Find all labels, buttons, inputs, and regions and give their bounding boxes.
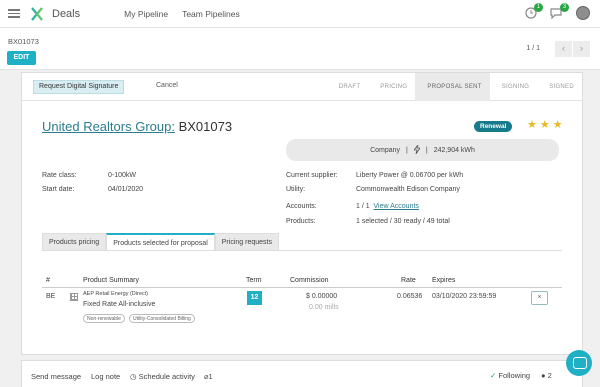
start-date-value: 04/01/2020 <box>108 186 144 193</box>
breadcrumb: BX01073 <box>8 37 39 46</box>
followers-count: 2 <box>547 371 552 380</box>
nav-my-pipeline[interactable]: My Pipeline <box>124 9 168 19</box>
check-icon: ✓ <box>490 371 497 380</box>
accounts-label: Accounts: <box>286 203 317 210</box>
table-header-divider <box>42 287 562 288</box>
row-rate: 0.06536 <box>397 293 423 300</box>
tab-products-pricing[interactable]: Products pricing <box>42 233 107 251</box>
col-header-term: Term <box>246 277 262 284</box>
customer-link[interactable]: United Realtors Group: <box>42 119 175 134</box>
col-header-summary: Product Summary <box>83 277 140 284</box>
stage-signing[interactable]: SIGNING <box>490 73 537 101</box>
row-commission-mills: 0.00 mills <box>309 304 339 311</box>
messages-icon[interactable]: 3 <box>550 3 569 20</box>
tab-products-selected[interactable]: Products selected for proposal <box>106 233 215 251</box>
record-id: BX01073 <box>178 119 233 134</box>
utility-value: Commonwealth Edison Company <box>356 186 460 193</box>
star-icon[interactable]: ★ <box>527 118 537 131</box>
products-label: Products: <box>286 218 316 225</box>
menu-icon[interactable] <box>8 9 20 18</box>
status-bar: Request Digital Signature Cancel DRAFT P… <box>22 73 582 101</box>
col-header-rate: Rate <box>401 277 416 284</box>
row-product: Fixed Rate All-inclusive <box>83 301 156 308</box>
remove-row-button[interactable]: × <box>531 291 548 305</box>
tag-billing: Utility-Consolidated Billing <box>129 314 195 323</box>
attachments-count: 1 <box>208 372 213 381</box>
pill-separator: | <box>406 146 408 154</box>
user-avatar[interactable] <box>576 6 590 20</box>
schedule-activity-label: Schedule activity <box>138 372 195 381</box>
view-accounts-link[interactable]: View Accounts <box>374 203 419 210</box>
products-value: 1 selected / 30 ready / 49 total <box>356 218 450 225</box>
electricity-icon <box>413 144 421 156</box>
following-label: Following <box>498 371 531 380</box>
request-digital-signature-button[interactable]: Request Digital Signature <box>33 80 125 94</box>
utility-label: Utility: <box>286 186 306 193</box>
priority-stars[interactable]: ★ ★ ★ <box>527 118 563 131</box>
col-header-commission: Commission <box>290 277 329 284</box>
user-icon: ● <box>541 371 546 380</box>
supplier-value: Liberty Power @ 0.06700 per kWh <box>356 172 464 179</box>
schedule-activity-button[interactable]: ◷ Schedule activity <box>130 372 195 381</box>
pager-previous-button[interactable]: ‹ <box>555 41 572 57</box>
app-logo-icon <box>30 6 44 21</box>
tab-divider <box>42 250 562 251</box>
chatter-bar: Send message Log note ◷ Schedule activit… <box>21 360 583 387</box>
edit-button[interactable]: EDIT <box>7 51 36 65</box>
row-num: BE <box>46 293 56 300</box>
usage-summary-pill: Company | | 242,904 kWh <box>286 139 559 161</box>
record-title: United Realtors Group: BX01073 <box>42 119 232 134</box>
live-chat-button[interactable] <box>566 350 592 376</box>
col-header-expires: Expires <box>432 277 456 284</box>
accounts-count: 1 / 1 <box>356 203 370 210</box>
renewal-badge: Renewal <box>474 121 513 132</box>
stage-signed[interactable]: SIGNED <box>537 73 582 101</box>
row-expires: 03/10/2020 23:59:59 <box>432 293 497 300</box>
stage-draft[interactable]: DRAFT <box>327 73 369 101</box>
app-name: Deals <box>52 7 81 20</box>
following-toggle[interactable]: ✓ Following <box>490 371 530 380</box>
pager-next-button[interactable]: › <box>573 41 590 57</box>
tag-non-renewable: Non-renewable <box>83 314 125 323</box>
pager-counter: 1 / 1 <box>526 45 540 52</box>
star-icon[interactable]: ★ <box>540 118 550 131</box>
tab-pricing-requests[interactable]: Pricing requests <box>214 233 279 251</box>
notebook-tabs: Products pricing Products selected for p… <box>42 233 279 251</box>
supplier-label: Current supplier: <box>286 172 338 179</box>
annual-usage: 242,904 kWh <box>433 146 475 154</box>
row-supplier: AEP Retail Energy (Direct) <box>83 291 149 297</box>
pill-separator: | <box>425 146 428 154</box>
clock-icon: ◷ <box>130 372 137 381</box>
cancel-button[interactable]: Cancel <box>156 82 178 89</box>
messages-count-badge: 3 <box>560 3 569 12</box>
col-header-num: # <box>46 277 50 284</box>
nav-team-pipelines[interactable]: Team Pipelines <box>182 9 240 19</box>
followers-button[interactable]: ● 2 <box>541 371 552 380</box>
accounts-value: 1 / 1 View Accounts <box>356 203 419 210</box>
row-commission: $ 0.00000 <box>306 293 338 300</box>
log-note-button[interactable]: Log note <box>91 372 120 381</box>
product-grid-icon <box>70 293 78 301</box>
control-panel: BX01073 EDIT 1 / 1 ‹ › <box>0 28 600 70</box>
stage-proposal-sent[interactable]: PROPOSAL SENT <box>415 73 490 101</box>
activity-count-badge: 1 <box>534 3 543 12</box>
customer-type: Company <box>370 146 401 154</box>
star-icon[interactable]: ★ <box>553 118 563 131</box>
start-date-label: Start date: <box>42 186 75 193</box>
activity-icon[interactable]: 1 <box>524 3 543 19</box>
rate-class-label: Rate class: <box>42 172 77 179</box>
top-navbar: Deals My Pipeline Team Pipelines 1 3 <box>0 0 600 28</box>
stage-pricing[interactable]: PRICING <box>368 73 415 101</box>
send-message-button[interactable]: Send message <box>31 372 81 381</box>
rate-class-value: 0-100kW <box>108 172 137 179</box>
attachments-button[interactable]: ⌀1 <box>204 372 213 381</box>
stage-pipeline: DRAFT PRICING PROPOSAL SENT SIGNING SIGN… <box>327 73 582 101</box>
form-sheet: Request Digital Signature Cancel DRAFT P… <box>21 72 583 355</box>
term-badge: 12 <box>247 291 262 305</box>
